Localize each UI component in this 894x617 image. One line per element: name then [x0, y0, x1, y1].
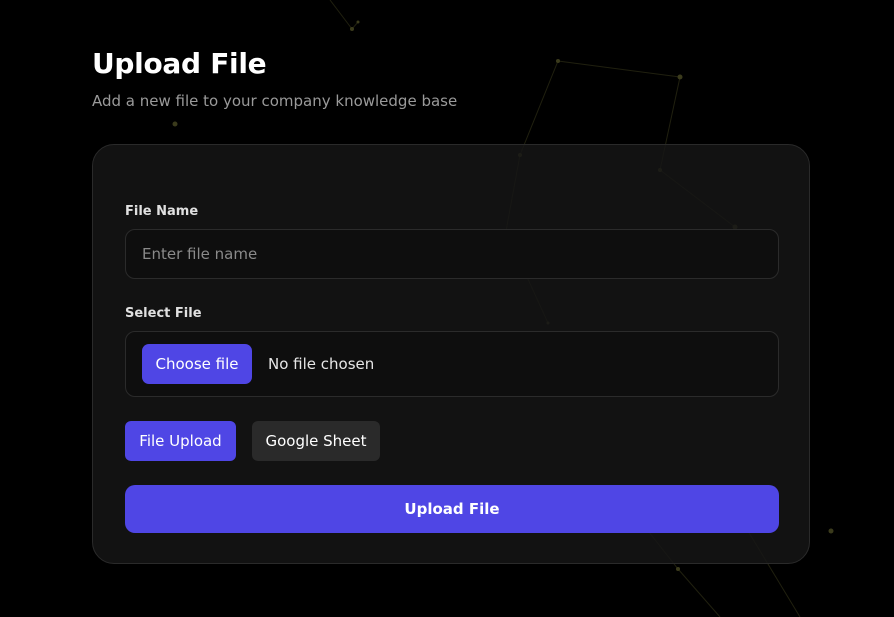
choose-file-button[interactable]: Choose file: [142, 344, 252, 384]
upload-file-button[interactable]: Upload File: [125, 485, 779, 533]
upload-form-card: File Name Select File Choose file No fil…: [92, 144, 810, 564]
upload-page: Upload File Add a new file to your compa…: [0, 0, 894, 617]
page-title: Upload File: [92, 47, 267, 80]
file-name-input[interactable]: [126, 230, 778, 278]
select-file-label: Select File: [125, 306, 202, 321]
tab-google-sheet[interactable]: Google Sheet: [252, 421, 380, 461]
file-name-field-container: [125, 229, 779, 279]
tab-file-upload[interactable]: File Upload: [125, 421, 236, 461]
file-status-text: No file chosen: [268, 355, 375, 373]
page-subtitle: Add a new file to your company knowledge…: [92, 92, 458, 110]
file-picker: Choose file No file chosen: [125, 331, 779, 397]
file-name-label: File Name: [125, 204, 199, 219]
